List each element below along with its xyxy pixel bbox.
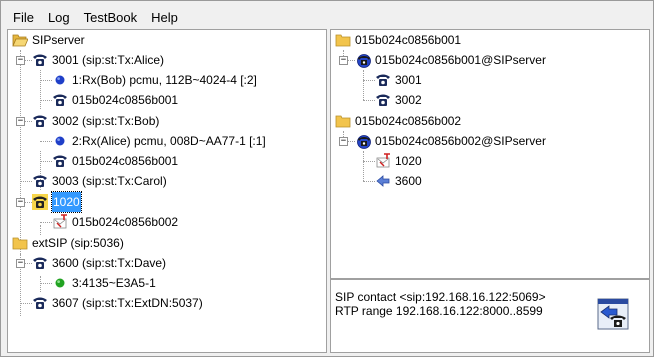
menu-testbook[interactable]: TestBook [77,8,144,28]
green-dot-icon [52,275,68,291]
tree-node-label: 3600 (sip:st:Tx:Dave) [52,256,167,270]
folder-open-icon [12,32,28,48]
tree-node-label: 015b024c0856b001 [72,154,179,168]
tree-node-label: 1:Rx(Bob) pcmu, 112B~4024-4 [:2] [72,73,257,87]
tree-node-label: 3002 (sip:st:Tx:Bob) [52,114,160,128]
tree-node-label: 015b024c0856b001@SIPserver [375,53,546,67]
tree-node-3607[interactable]: 3607 (sip:st:Tx:ExtDN:5037) [32,293,203,313]
collapse-toggle[interactable]: − [16,117,25,126]
tree-node-call-1[interactable]: 1:Rx(Bob) pcmu, 112B~4024-4 [:2] [52,70,257,90]
tree-node-label: 015b024c0856b001 [355,33,462,47]
phone-icon [375,92,391,108]
status-panel: SIP contact <sip:192.168.16.122:5069> RT… [330,279,650,353]
menu-bar: File Log TestBook Help [7,8,185,28]
tree-node-extsip[interactable]: extSIP (sip:5036) [12,233,124,253]
folder-icon [335,113,351,129]
folder-icon [12,235,28,251]
phone-icon [52,92,68,108]
tree-node-1020[interactable]: 1020 [32,191,82,213]
tree-node-label: 015b024c0856b002 [355,114,462,128]
tree-node-participant[interactable]: 1020 [375,151,422,171]
blue-dot-icon [52,133,68,149]
tree-node-call-3[interactable]: 3:4135~E3A5-1 [52,273,156,293]
tree-node-label: extSIP (sip:5036) [32,236,124,250]
tree-node-session[interactable]: 015b024c0856b001 [52,151,178,171]
collapse-toggle[interactable]: − [339,137,348,146]
tree-node-session[interactable]: 015b024c0856b002 [52,212,178,232]
incoming-call-icon [375,153,391,169]
tree-node-label: 3600 [395,174,422,188]
left-tree-panel[interactable]: − − − − SIPserver 3001 (sip:st:Tx:Alice)… [7,29,327,353]
tree-line [40,276,41,292]
collapse-toggle[interactable]: − [16,259,25,268]
phone-icon [32,113,48,129]
phone-yellow-icon [32,194,48,210]
tree-node-participant[interactable]: 3600 [375,171,422,191]
folder-icon [335,32,351,48]
tree-node-label: 3001 (sip:st:Tx:Alice) [52,53,165,67]
phone-icon [32,295,48,311]
tree-node-conference[interactable]: 015b024c0856b001@SIPserver [355,50,546,70]
tree-node-label: 1020 [395,154,422,168]
tree-node-3002[interactable]: 3002 (sip:st:Tx:Bob) [32,111,159,131]
phone-icon [32,52,48,68]
tree-node-label: 3002 [395,93,422,107]
rtp-range-text: RTP range 192.168.16.122:8000..8599 [335,304,543,318]
tree-node-label: 3607 (sip:st:Tx:ExtDN:5037) [52,296,203,310]
tree-node-label: SIPserver [32,33,85,47]
tree-node-label: 015b024c0856b002 [72,215,179,229]
tree-node-label: 015b024c0856b001 [72,93,179,107]
tree-node-participant[interactable]: 3001 [375,70,422,90]
tree-node-sipserver[interactable]: SIPserver [12,30,85,50]
tree-node-label-selected: 1020 [51,191,82,213]
tree-node-3003[interactable]: 3003 (sip:st:Tx:Carol) [32,171,167,191]
blue-dot-icon [52,72,68,88]
right-tree-panel[interactable]: − − 015b024c0856b001 015b024c0856b001@SI… [330,29,650,279]
tree-node-conference[interactable]: 015b024c0856b002@SIPserver [355,131,546,151]
phone-icon [375,72,391,88]
transfer-phone-button-icon[interactable] [597,298,629,330]
tree-node-session[interactable]: 015b024c0856b001 [52,90,178,110]
tree-node-session-folder[interactable]: 015b024c0856b001 [335,30,461,50]
menu-file[interactable]: File [7,8,41,28]
sip-contact-text: SIP contact <sip:192.168.16.122:5069> [335,290,546,304]
tree-node-label: 015b024c0856b002@SIPserver [375,134,546,148]
app-window: File Log TestBook Help − − − − SIPserver [0,0,654,357]
menu-log[interactable]: Log [41,8,77,28]
conference-icon [355,52,371,68]
conference-icon [355,133,371,149]
tree-node-participant[interactable]: 3002 [375,90,422,110]
phone-icon [32,173,48,189]
tree-node-session-folder[interactable]: 015b024c0856b002 [335,111,461,131]
phone-icon [52,153,68,169]
phone-icon [32,255,48,271]
collapse-toggle[interactable]: − [16,198,25,207]
tree-line [40,70,41,109]
collapse-toggle[interactable]: − [16,56,25,65]
tree-node-label: 3003 (sip:st:Tx:Carol) [52,174,167,188]
tree-node-call-2[interactable]: 2:Rx(Alice) pcmu, 008D~AA77-1 [:1] [52,131,266,151]
tree-node-label: 3001 [395,73,422,87]
incoming-call-icon [52,214,68,230]
transfer-icon [375,173,391,189]
tree-node-3600[interactable]: 3600 (sip:st:Tx:Dave) [32,253,166,273]
collapse-toggle[interactable]: − [339,56,348,65]
tree-node-3001[interactable]: 3001 (sip:st:Tx:Alice) [32,50,164,70]
tree-node-label: 2:Rx(Alice) pcmu, 008D~AA77-1 [:1] [72,134,266,148]
menu-help[interactable]: Help [144,8,185,28]
tree-node-label: 3:4135~E3A5-1 [72,276,156,290]
